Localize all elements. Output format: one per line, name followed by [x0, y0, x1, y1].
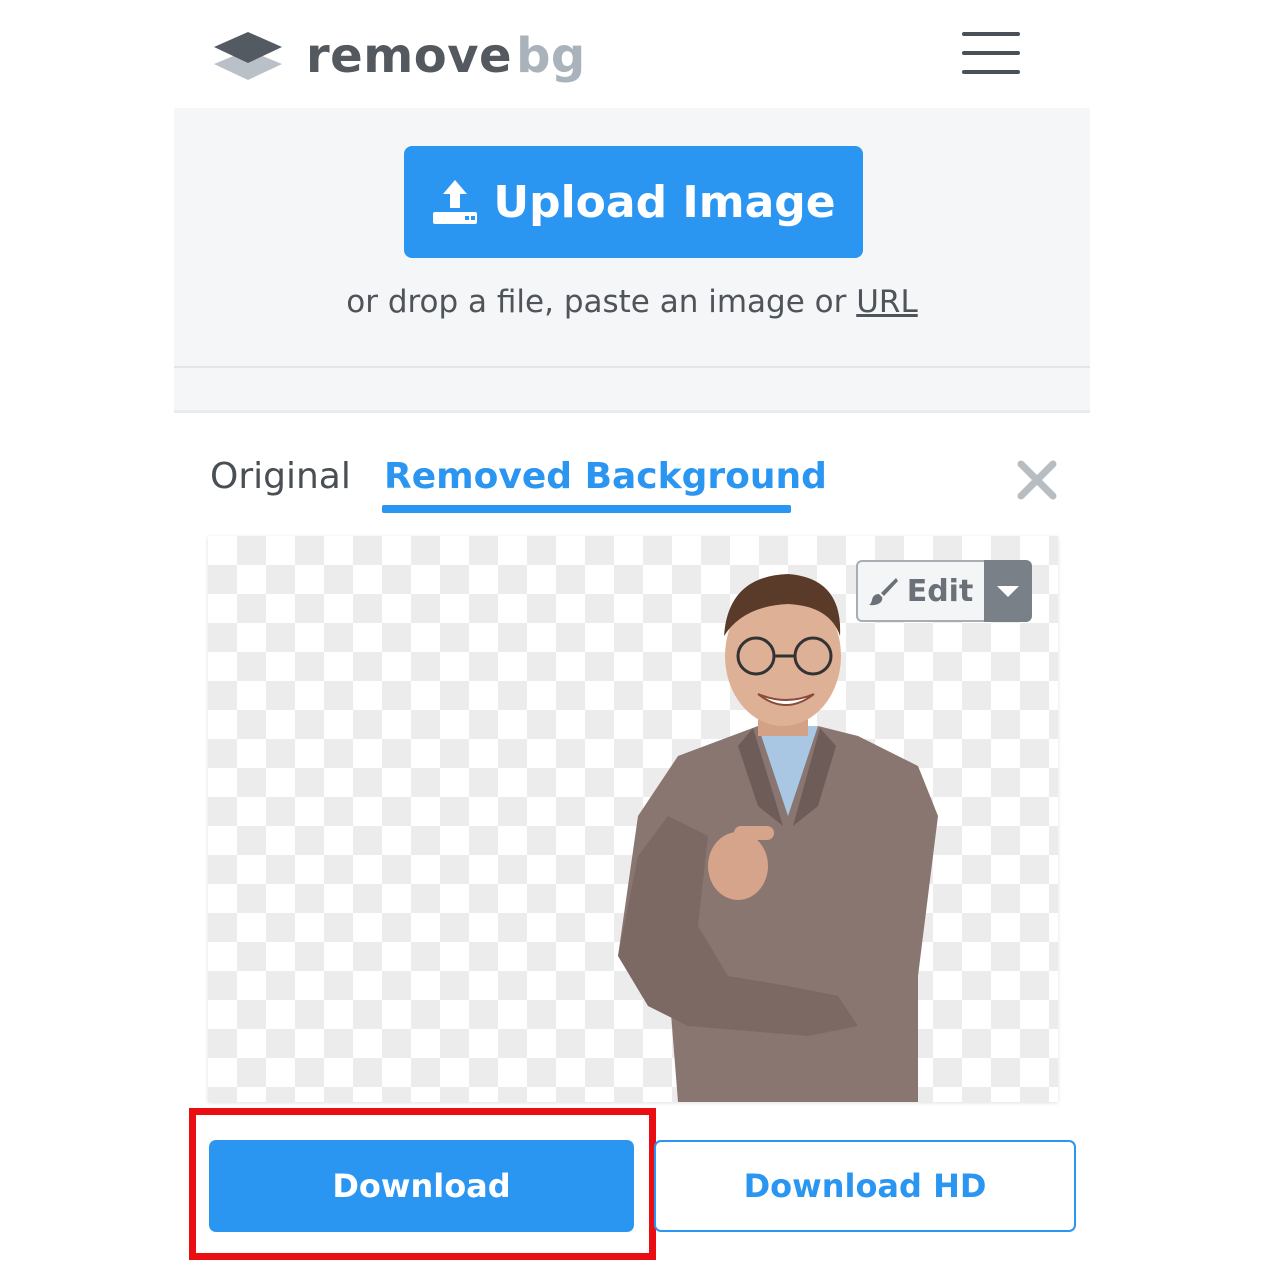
tab-original[interactable]: Original — [210, 450, 351, 504]
hamburger-menu-icon[interactable] — [960, 30, 1022, 76]
drop-hint-text: or drop a file, paste an image or URL — [174, 278, 1090, 326]
layers-icon — [214, 32, 282, 80]
active-tab-indicator — [382, 505, 791, 513]
upload-panel-divider — [174, 368, 1090, 413]
upload-icon — [433, 180, 478, 224]
url-link[interactable]: URL — [856, 284, 918, 320]
brush-icon — [868, 578, 898, 606]
upload-image-label: Upload Image — [493, 176, 836, 228]
edit-dropdown-button[interactable] — [984, 560, 1032, 622]
logo-wordmark[interactable]: removebg — [306, 24, 586, 88]
logo-word-bg: bg — [516, 28, 586, 84]
edit-button[interactable]: Edit — [856, 560, 984, 622]
logo-word-remove: remove — [306, 28, 513, 84]
drop-hint-prefix: or drop a file, paste an image or — [346, 284, 857, 320]
tab-removed-background[interactable]: Removed Background — [384, 450, 827, 504]
edit-button-group: Edit — [856, 560, 1032, 622]
close-icon[interactable] — [1016, 459, 1058, 501]
upload-image-button[interactable]: Upload Image — [404, 146, 863, 258]
download-button[interactable]: Download — [209, 1140, 634, 1232]
caret-down-icon — [997, 585, 1019, 597]
person-cutout-image — [618, 574, 938, 1102]
download-hd-button[interactable]: Download HD — [654, 1140, 1076, 1232]
edit-label: Edit — [906, 573, 974, 609]
